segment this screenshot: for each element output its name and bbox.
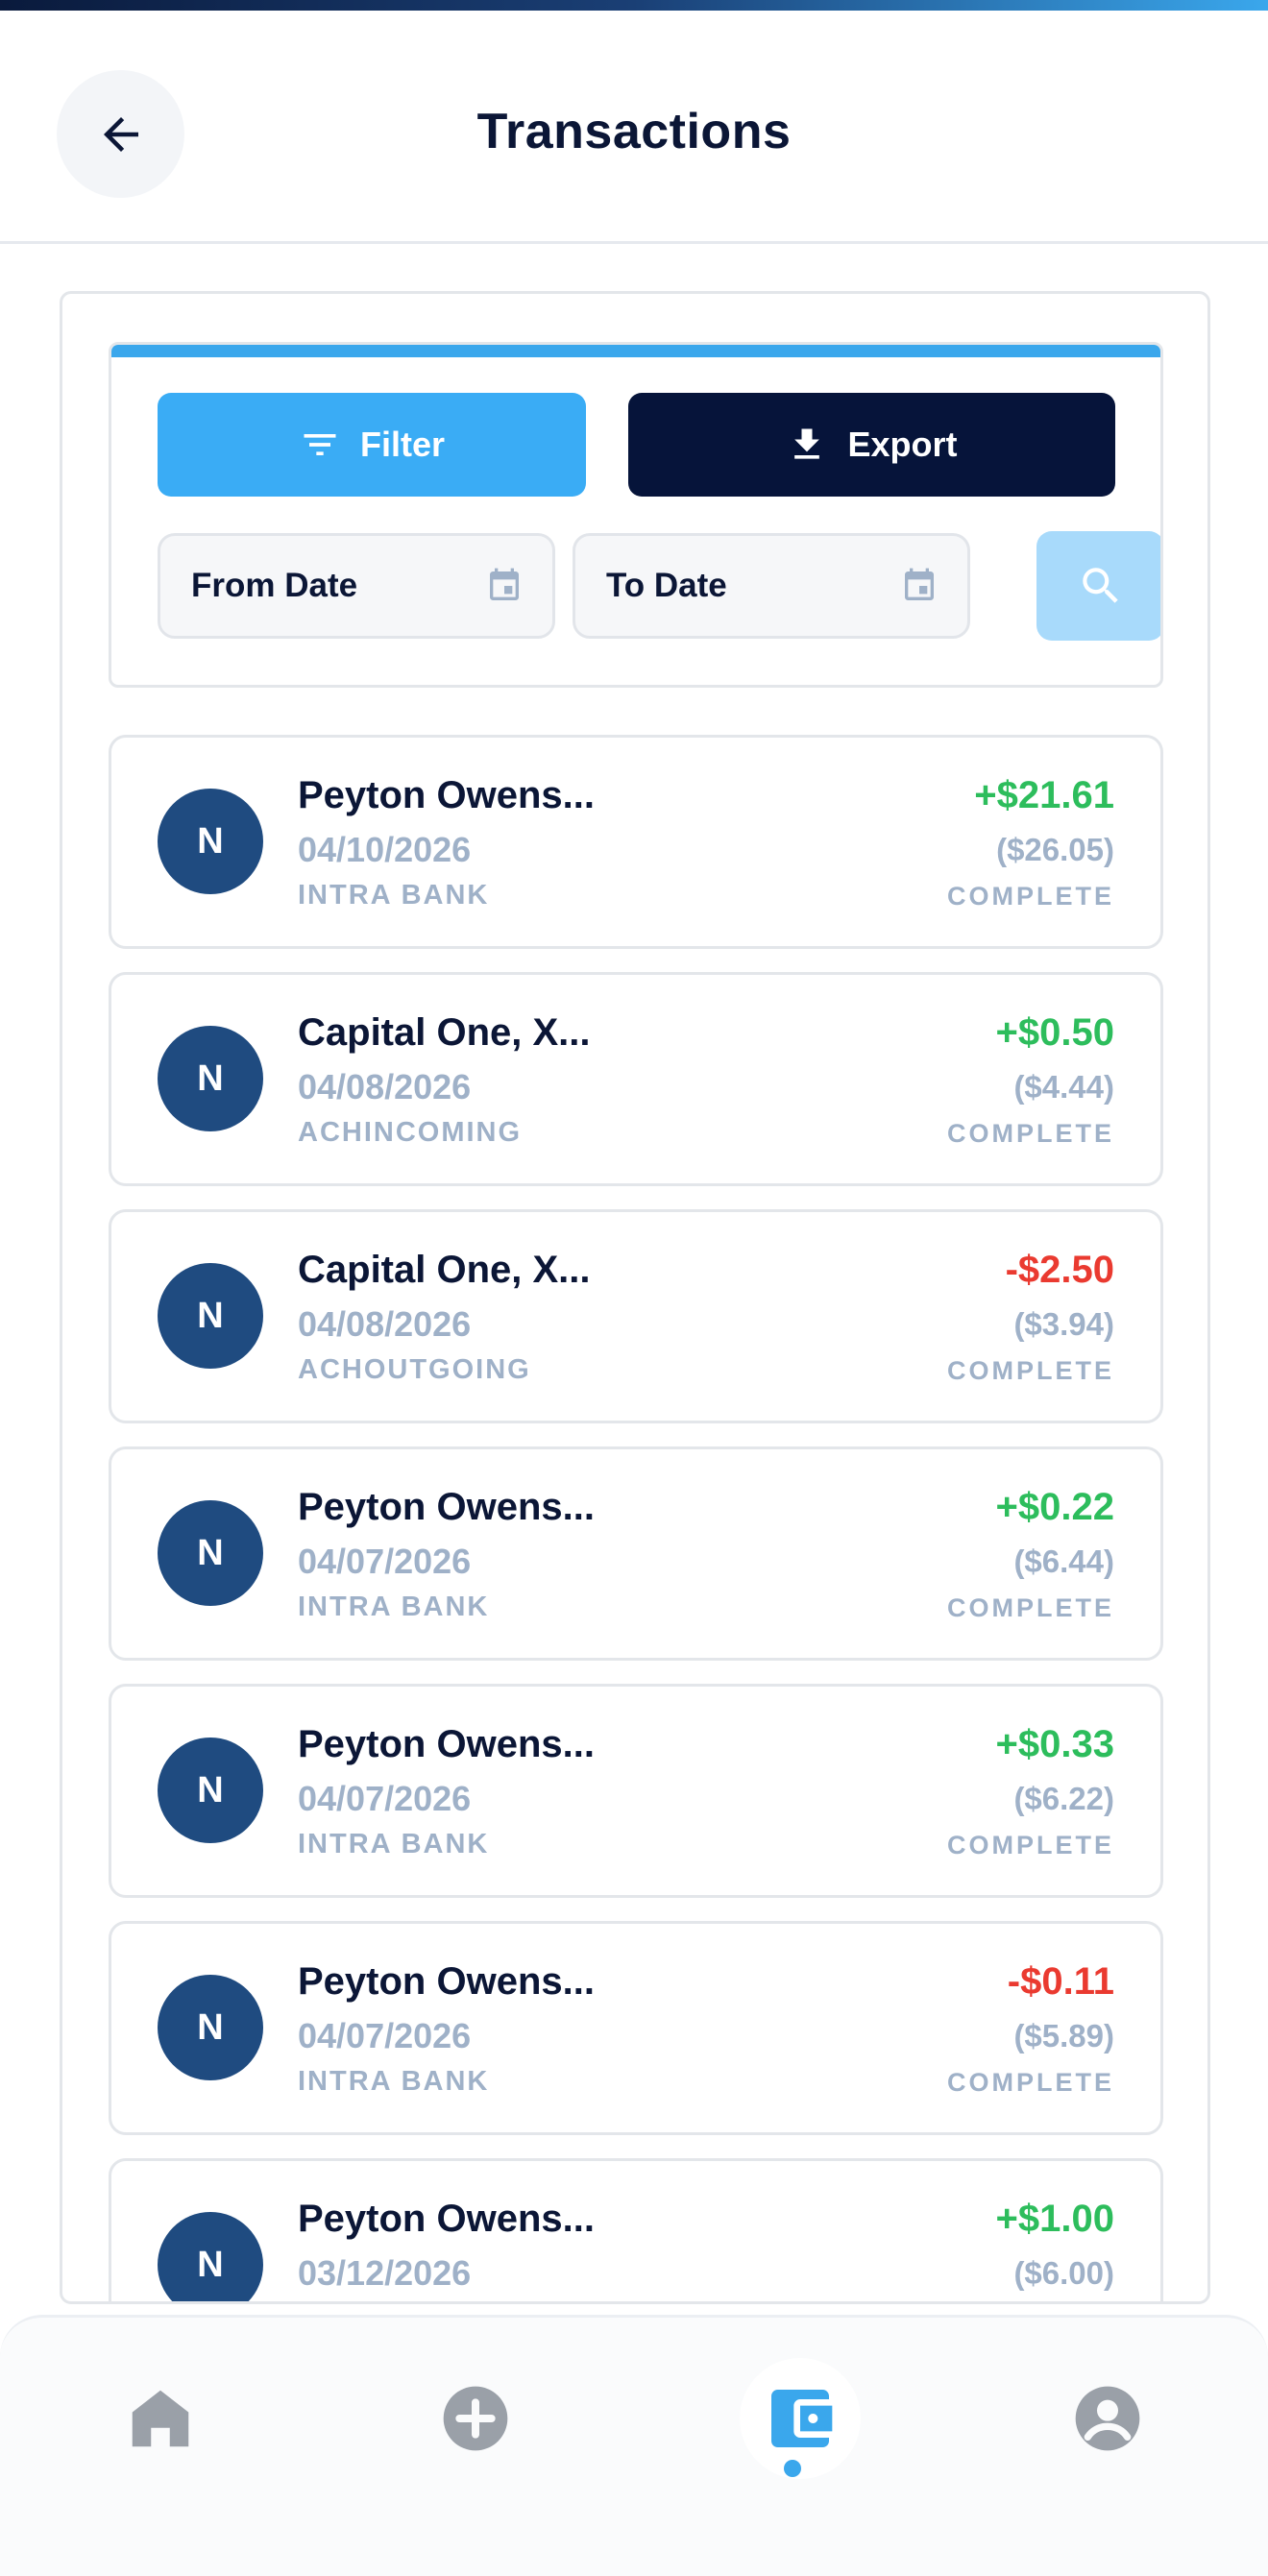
app-header: Transactions [0,11,1268,244]
transaction-amount: -$2.50 [1005,1249,1114,1291]
download-icon [794,428,820,459]
transaction-row[interactable]: N Peyton Owens... 03/12/2026 +$1.00 ($6.… [109,2158,1163,2301]
transaction-type: INTRA BANK [298,1829,490,1859]
search-button[interactable] [1036,531,1160,641]
transaction-balance: ($6.22) [1013,1781,1114,1816]
search-icon [1082,568,1118,603]
transaction-status: COMPLETE [946,1356,1114,1385]
transactions-panel: Filter Export From Date To Date N Peyton… [60,291,1210,2304]
transaction-amount: -$0.11 [1007,1960,1114,2003]
transaction-balance: ($5.89) [1013,2018,1114,2054]
transaction-name: Peyton Owens... [298,1960,595,2003]
transaction-date: 04/07/2026 [298,1779,472,1818]
transaction-date: 04/08/2026 [298,1304,472,1344]
nav-add[interactable] [423,2366,528,2471]
transaction-row[interactable]: N Peyton Owens... 04/10/2026 INTRA BANK … [109,735,1163,949]
nav-home[interactable] [108,2366,213,2471]
transaction-type: ACHOUTGOING [298,1354,531,1385]
transaction-name: Peyton Owens... [298,774,595,816]
calendar-icon [490,568,519,600]
avatar: N [158,789,263,894]
active-nav-indicator [784,2460,801,2477]
transaction-date: 04/08/2026 [298,1067,472,1106]
transaction-row[interactable]: N Peyton Owens... 04/07/2026 INTRA BANK … [109,1684,1163,1898]
transaction-name: Capital One, X... [298,1249,591,1291]
avatar: N [158,1975,263,2080]
from-date-placeholder: From Date [191,567,358,604]
avatar: N [158,2212,263,2301]
transaction-type: INTRA BANK [298,1592,490,1622]
filter-card-accent [111,345,1160,357]
transaction-balance: ($6.44) [1013,1543,1114,1579]
transaction-status: COMPLETE [946,1593,1114,1622]
home-icon [132,2390,189,2447]
transaction-status: COMPLETE [946,1119,1114,1148]
calendar-icon [905,568,934,600]
transaction-name: Peyton Owens... [298,1486,595,1528]
transaction-date: 04/10/2026 [298,830,472,869]
transaction-date: 03/12/2026 [298,2253,472,2293]
transaction-name: Peyton Owens... [298,2198,595,2240]
export-button[interactable]: Export [628,393,1115,497]
transaction-amount: +$0.33 [995,1723,1114,1765]
filter-card: Filter Export From Date To Date [109,342,1163,688]
profile-icon [1075,2386,1140,2451]
transaction-name: Peyton Owens... [298,1723,595,1765]
transaction-row[interactable]: N Peyton Owens... 04/07/2026 INTRA BANK … [109,1446,1163,1661]
transaction-balance: ($3.94) [1013,1306,1114,1342]
transaction-status: COMPLETE [946,2068,1114,2097]
page-title: Transactions [476,104,792,159]
bottom-navigation [0,2315,1268,2576]
transaction-row[interactable]: N Capital One, X... 04/08/2026 ACHOUTGOI… [109,1209,1163,1423]
nav-wallet[interactable] [740,2358,861,2479]
transaction-date: 04/07/2026 [298,2016,472,2055]
transaction-type: INTRA BANK [298,880,490,911]
transaction-status: COMPLETE [946,882,1114,911]
filter-button-label: Filter [359,425,445,464]
transaction-row[interactable]: N Peyton Owens... 04/07/2026 INTRA BANK … [109,1921,1163,2135]
to-date-field[interactable]: To Date [573,533,970,639]
from-date-field[interactable]: From Date [158,533,555,639]
transaction-type: INTRA BANK [298,2066,490,2097]
transaction-balance: ($26.05) [996,832,1114,867]
transaction-balance: ($6.00) [1013,2255,1114,2291]
transaction-status: COMPLETE [946,1831,1114,1859]
transaction-amount: +$21.61 [974,774,1114,816]
filter-button[interactable]: Filter [158,393,586,497]
transaction-amount: +$0.22 [995,1486,1114,1528]
nav-profile[interactable] [1055,2366,1160,2471]
transaction-date: 04/07/2026 [298,1542,472,1581]
wallet-icon [771,2390,833,2447]
avatar: N [158,1738,263,1843]
avatar: N [158,1026,263,1131]
export-button-label: Export [847,425,958,464]
transaction-amount: +$0.50 [995,1011,1114,1054]
transaction-amount: +$1.00 [995,2198,1114,2240]
transaction-row[interactable]: N Capital One, X... 04/08/2026 ACHINCOMI… [109,972,1163,1186]
top-accent-strip [0,0,1268,11]
to-date-placeholder: To Date [606,567,727,604]
filter-icon [304,434,336,455]
add-circle-icon [443,2386,508,2451]
transaction-name: Capital One, X... [298,1011,591,1054]
transaction-type: ACHINCOMING [298,1117,523,1148]
avatar: N [158,1500,263,1606]
avatar: N [158,1263,263,1369]
transaction-balance: ($4.44) [1013,1069,1114,1105]
